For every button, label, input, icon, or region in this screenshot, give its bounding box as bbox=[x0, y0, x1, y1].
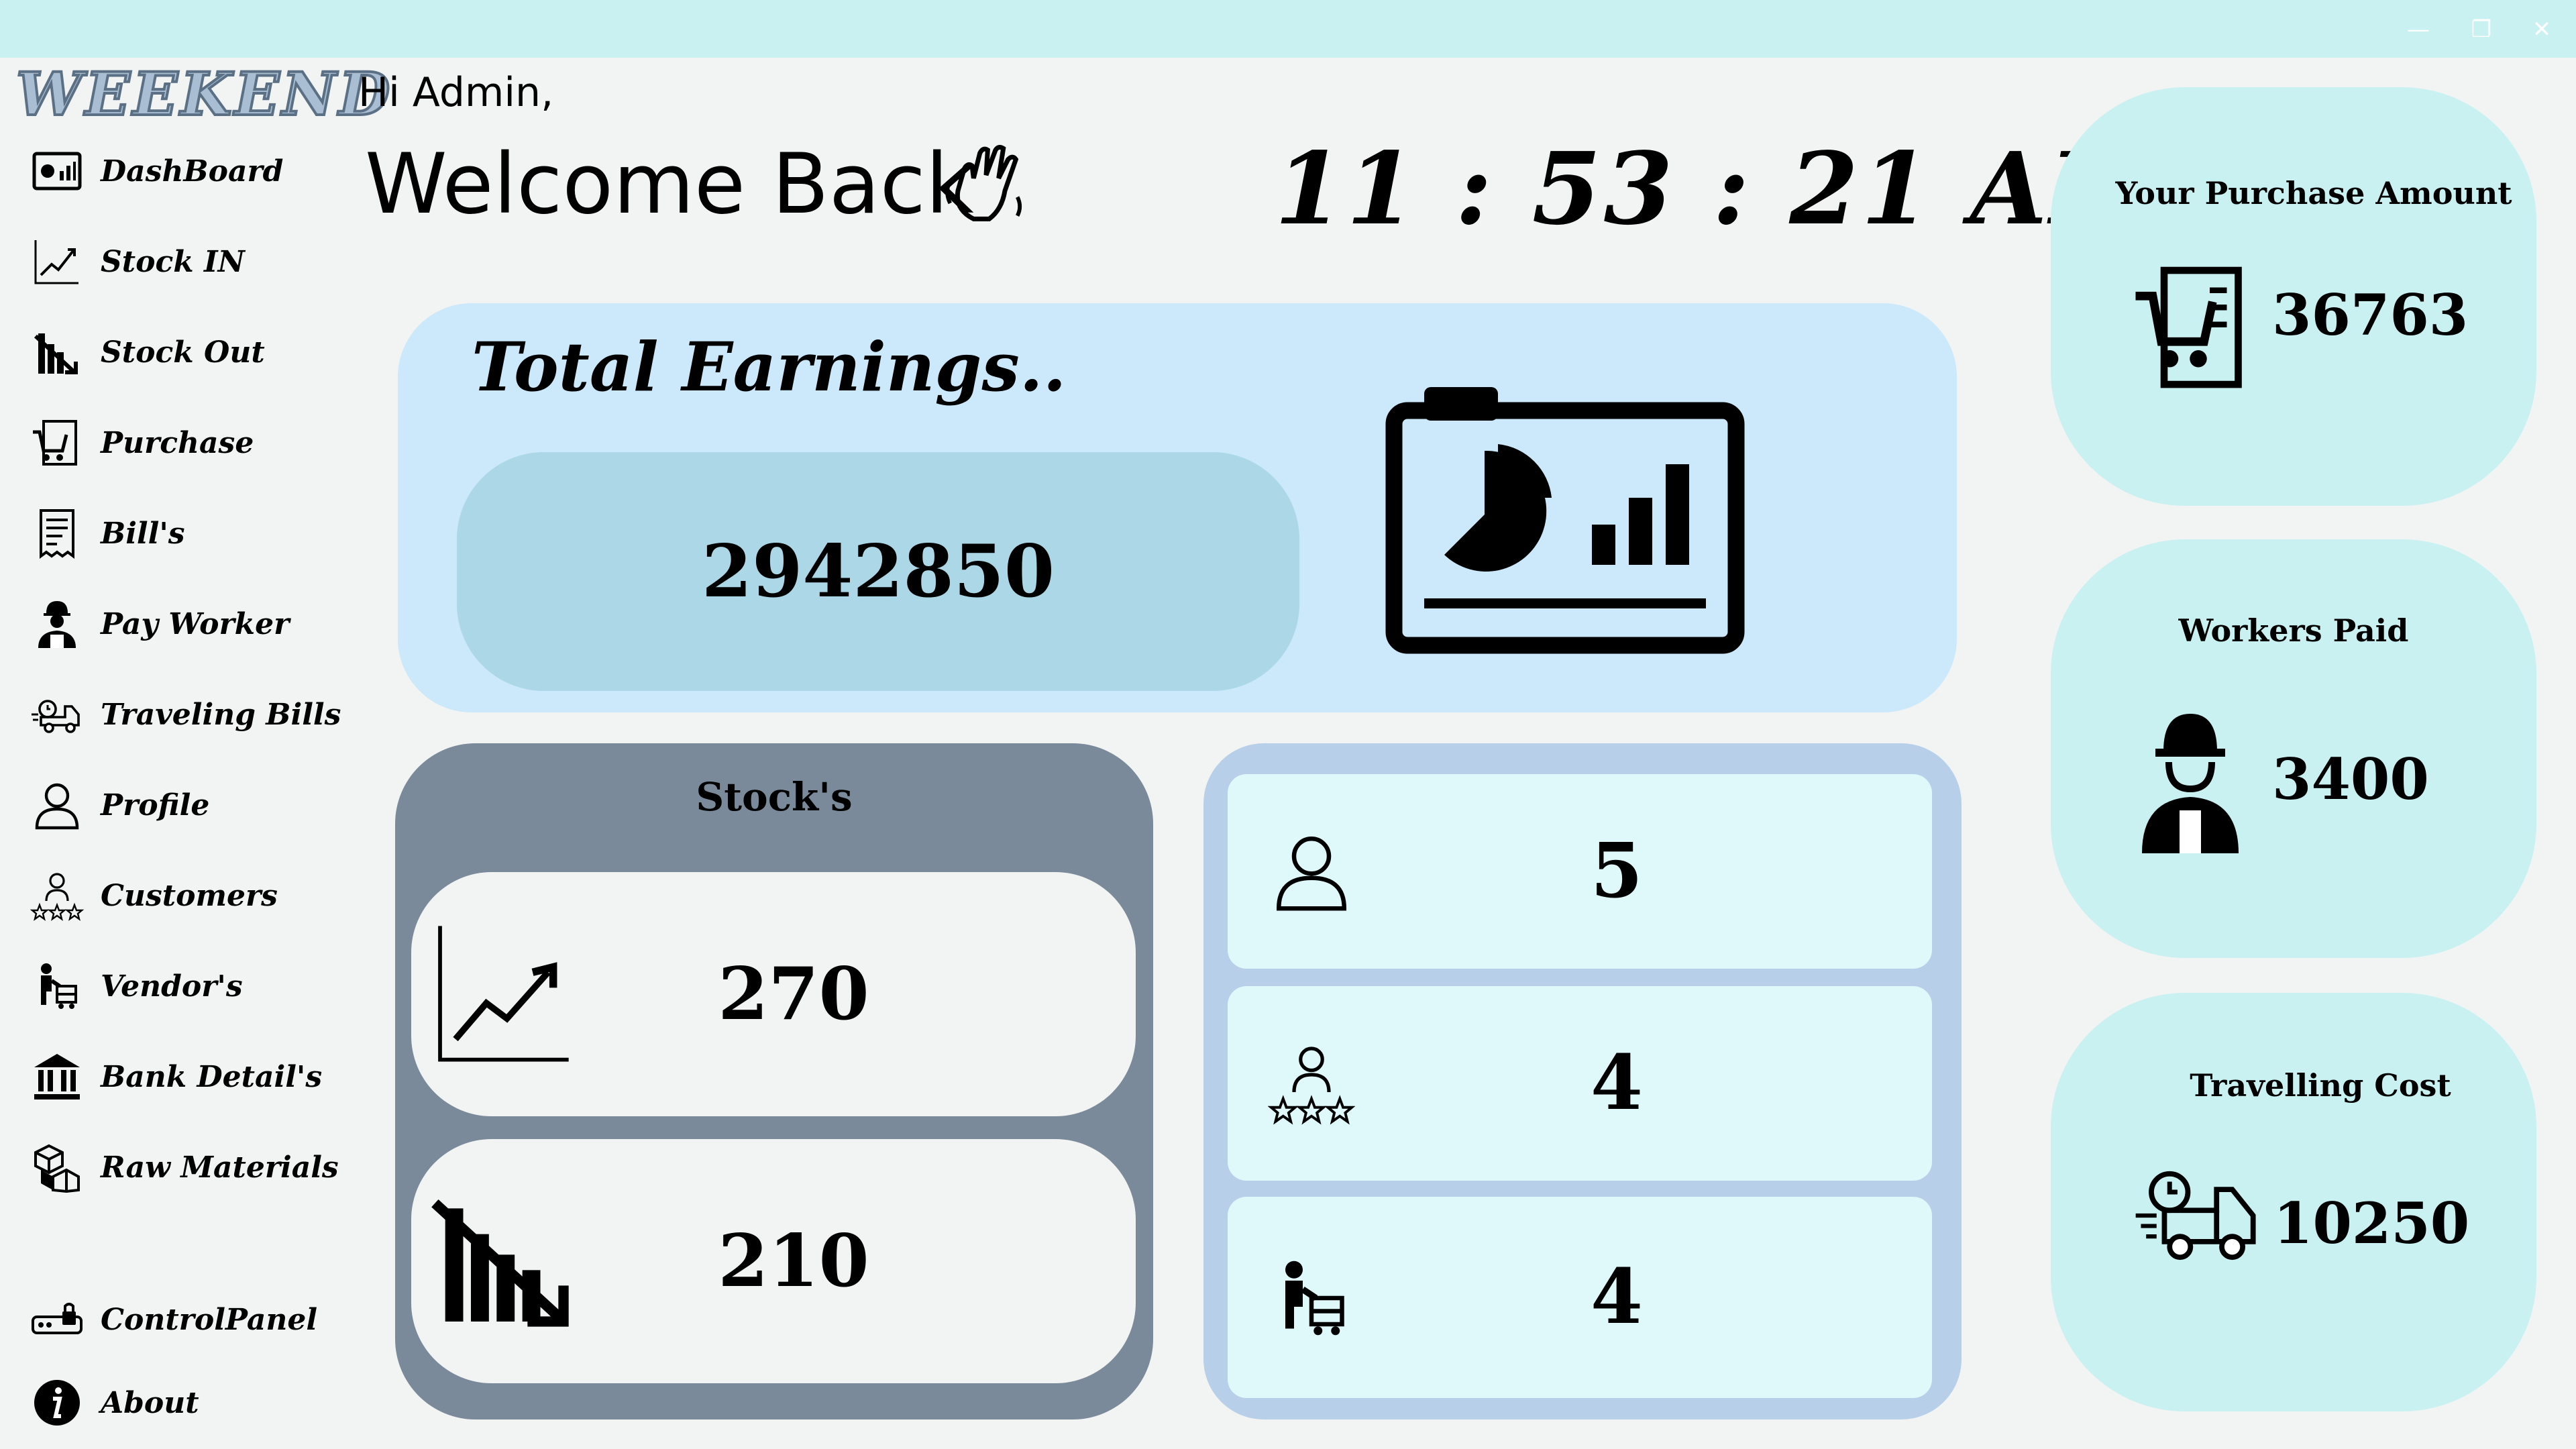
sidebar-item-bank-details[interactable]: Bank Detail's bbox=[27, 1040, 376, 1114]
trend-up-icon bbox=[27, 231, 87, 292]
stock-out-value: 210 bbox=[718, 1219, 869, 1303]
sidebar-item-stock-in[interactable]: Stock IN bbox=[27, 225, 376, 299]
stock-out-row[interactable]: 210 bbox=[411, 1139, 1136, 1383]
sidebar-item-label: Raw Materials bbox=[101, 1150, 339, 1185]
dashboard-icon bbox=[27, 141, 87, 201]
title-bar: — ❐ ✕ bbox=[0, 0, 2576, 58]
sidebar-item-stock-out[interactable]: Stock Out bbox=[27, 315, 376, 389]
cart-icon bbox=[2135, 266, 2242, 388]
sidebar: DashBoard Stock IN Stock Out Purchase Bi… bbox=[0, 134, 376, 1449]
sidebar-item-label: Bank Detail's bbox=[101, 1059, 323, 1094]
delivery-truck-icon bbox=[2135, 1171, 2256, 1260]
sidebar-item-label: Profile bbox=[101, 788, 210, 822]
control-panel-icon bbox=[27, 1289, 87, 1350]
sidebar-item-control-panel[interactable]: ControlPanel bbox=[27, 1283, 376, 1356]
boxes-icon bbox=[27, 1137, 87, 1197]
worker-icon bbox=[27, 594, 87, 654]
purchase-amount-card: Your Purchase Amount 36763 bbox=[2051, 87, 2536, 506]
customers-count: 4 bbox=[1591, 1039, 1643, 1127]
sidebar-item-label: Customers bbox=[101, 878, 278, 913]
receipt-icon bbox=[27, 503, 87, 564]
sidebar-item-label: Stock Out bbox=[101, 335, 265, 370]
sidebar-item-label: ControlPanel bbox=[101, 1302, 318, 1337]
trend-down-icon bbox=[27, 322, 87, 382]
sidebar-item-bills[interactable]: Bill's bbox=[27, 496, 376, 570]
sidebar-item-pay-worker[interactable]: Pay Worker bbox=[27, 587, 376, 661]
info-icon bbox=[27, 1373, 87, 1433]
sidebar-item-about[interactable]: About bbox=[27, 1366, 376, 1440]
purchase-amount-title: Your Purchase Amount bbox=[2115, 175, 2512, 211]
welcome-heading: Welcome Back bbox=[365, 136, 974, 233]
sidebar-item-traveling-bills[interactable]: Traveling Bills bbox=[27, 678, 376, 751]
clock-display: 11 : 53 : 21 AM bbox=[1275, 130, 2163, 247]
sidebar-item-label: About bbox=[101, 1385, 199, 1420]
vendor-icon bbox=[1285, 1260, 1344, 1336]
waving-hand-icon bbox=[945, 144, 1022, 221]
purchase-amount-value: 36763 bbox=[2272, 282, 2469, 348]
delivery-truck-icon bbox=[27, 684, 87, 745]
greeting-text: Hi Admin, bbox=[358, 69, 554, 116]
people-summary-card: 5 4 4 bbox=[1203, 743, 1962, 1419]
total-earnings-title: Total Earnings.. bbox=[472, 327, 1067, 407]
sidebar-item-vendors[interactable]: Vendor's bbox=[27, 949, 376, 1023]
maximize-button[interactable]: ❐ bbox=[2458, 9, 2505, 50]
sidebar-item-label: Stock IN bbox=[101, 244, 245, 279]
customer-rating-icon bbox=[27, 865, 87, 926]
sidebar-item-customers[interactable]: Customers bbox=[27, 859, 376, 932]
stock-in-value: 270 bbox=[718, 952, 869, 1036]
close-button[interactable]: ✕ bbox=[2518, 9, 2565, 50]
trend-up-icon bbox=[438, 926, 569, 1062]
stocks-title: Stock's bbox=[696, 774, 853, 820]
minimize-button[interactable]: — bbox=[2395, 9, 2442, 50]
workers-paid-value: 3400 bbox=[2272, 746, 2429, 812]
sidebar-item-label: Traveling Bills bbox=[101, 697, 341, 732]
cart-icon bbox=[27, 413, 87, 473]
vendors-count: 4 bbox=[1591, 1253, 1643, 1341]
total-earnings-card: Total Earnings.. 2942850 bbox=[398, 303, 1957, 712]
customer-rating-icon bbox=[1268, 1046, 1355, 1125]
sidebar-item-raw-materials[interactable]: Raw Materials bbox=[27, 1130, 376, 1204]
sidebar-item-label: Purchase bbox=[101, 425, 254, 460]
travelling-cost-title: Travelling Cost bbox=[2190, 1067, 2451, 1104]
workers-paid-card: Workers Paid 3400 bbox=[2051, 539, 2536, 958]
stock-in-row[interactable]: 270 bbox=[411, 872, 1136, 1116]
sidebar-item-label: Bill's bbox=[101, 516, 185, 551]
sidebar-item-profile[interactable]: Profile bbox=[27, 768, 376, 842]
dashboard-chart-icon bbox=[1385, 387, 1745, 654]
sidebar-item-label: Vendor's bbox=[101, 969, 243, 1004]
total-earnings-value: 2942850 bbox=[457, 452, 1299, 691]
bank-icon bbox=[27, 1046, 87, 1107]
sidebar-item-label: DashBoard bbox=[101, 154, 284, 189]
trend-down-icon bbox=[431, 1199, 569, 1327]
sidebar-item-purchase[interactable]: Purchase bbox=[27, 406, 376, 480]
sidebar-item-dashboard[interactable]: DashBoard bbox=[27, 134, 376, 208]
profiles-count: 5 bbox=[1591, 827, 1643, 915]
travelling-cost-card: Travelling Cost 10250 bbox=[2051, 993, 2536, 1411]
sidebar-item-label: Pay Worker bbox=[101, 606, 290, 641]
stocks-card: Stock's 270 210 bbox=[395, 743, 1153, 1419]
vendors-row[interactable]: 4 bbox=[1228, 1197, 1932, 1398]
travelling-cost-value: 10250 bbox=[2273, 1190, 2470, 1256]
vendor-icon bbox=[27, 956, 87, 1016]
customers-row[interactable]: 4 bbox=[1228, 986, 1932, 1181]
user-icon bbox=[1276, 837, 1347, 911]
profiles-row[interactable]: 5 bbox=[1228, 774, 1932, 969]
user-icon bbox=[27, 775, 87, 835]
app-logo: WEEKEND bbox=[15, 59, 393, 129]
workers-paid-title: Workers Paid bbox=[2178, 612, 2409, 649]
worker-icon bbox=[2142, 714, 2239, 853]
